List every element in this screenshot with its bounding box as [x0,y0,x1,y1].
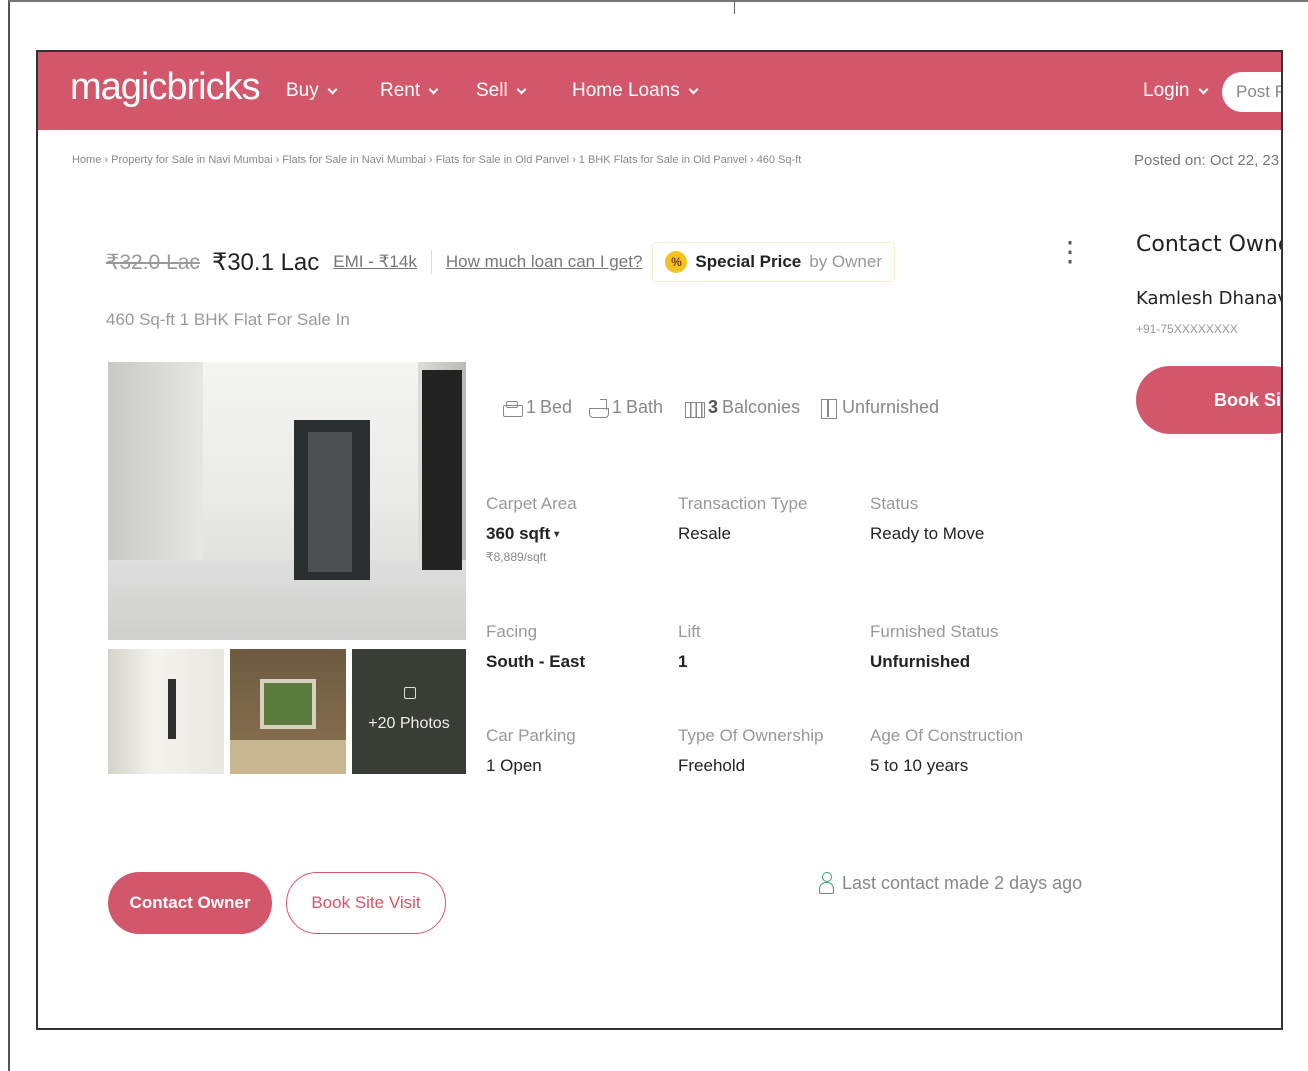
wardrobe-icon [818,398,838,419]
last-contact-info: Last contact made 2 days ago [818,872,1082,894]
spec-value: Ready to Move [870,524,985,543]
gallery-icon [404,687,416,699]
discount-icon: % [665,251,688,273]
chevron-down-icon [327,84,338,94]
property-page: magicbricks Buy Rent Sell Home Loans Log… [36,50,1283,1030]
emi-link[interactable]: EMI - ₹14k [333,252,417,272]
spec-value: Freehold [678,756,746,775]
chevron-down-icon [1198,84,1208,94]
spec-label: Car Parking [486,726,576,745]
person-icon [818,872,834,894]
chevron-down-icon [516,84,527,94]
photo-thumbnail[interactable] [108,649,224,774]
nav-item-rent[interactable]: Rent [380,80,439,102]
nav-item-label: Buy [286,80,319,101]
caret-down-icon: ▾ [554,529,560,541]
nav-item-label: Rent [380,80,421,101]
spec-label: Furnished Status [870,622,999,641]
spec-carpet-area: Carpet Area 360 sqft ▾ ₹8,889/sqft [486,494,577,564]
spec-label: Lift [678,622,701,641]
original-price: ₹32.0 Lac [106,250,200,274]
current-price: ₹30.1 Lac [211,248,320,276]
more-options-icon[interactable]: ⋮ [1056,238,1084,266]
login-menu[interactable]: Login [1143,80,1208,102]
property-subtitle: 460 Sq-ft 1 BHK Flat For Sale In [106,310,350,329]
spec-car-parking: Car Parking 1 Open [486,726,576,776]
spec-furnished-status: Furnished Status Unfurnished [870,622,999,672]
spec-value: 1 Open [486,756,542,775]
furnishing: Unfurnished [818,397,939,419]
sidebar-book-site-visit-button[interactable]: Book Sit [1136,366,1281,434]
bath-count: 1 Bath [588,397,663,418]
posted-date: Posted on: Oct 22, 23 [1134,152,1280,169]
spec-value: Resale [678,524,731,543]
more-photos-thumbnail[interactable]: +20 Photos [352,649,466,774]
bath-icon [588,398,609,418]
spec-value: 5 to 10 years [870,756,969,775]
photo-thumbnail[interactable] [230,649,346,774]
contact-owner-button[interactable]: Contact Owner [108,872,272,934]
divider [430,250,432,274]
last-contact-text: Last contact made 2 days ago [842,872,1083,893]
spec-label: Age Of Construction [870,726,1024,745]
login-label: Login [1143,80,1190,101]
special-price-label: Special Price [695,252,802,271]
spec-label: Type Of Ownership [678,726,824,745]
main-property-photo[interactable] [108,362,466,640]
spec-label: Facing [486,622,538,641]
special-price-by: by Owner [809,252,882,271]
spec-label: Carpet Area [486,494,577,513]
spec-lift: Lift 1 [678,622,701,672]
special-price-badge: % Special Price by Owner [652,242,895,282]
spec-status: Status Ready to Move [870,494,984,544]
more-photos-label: +20 Photos [368,715,450,732]
breadcrumb[interactable]: Home › Property for Sale in Navi Mumbai … [72,154,801,166]
price-row: ₹32.0 Lac ₹30.1 Lac EMI - ₹14k How much … [106,242,895,282]
spec-facing: Facing South - East [486,622,585,672]
nav-item-buy[interactable]: Buy [286,80,338,102]
spec-label: Status [870,494,919,513]
spec-value: Unfurnished [870,652,971,671]
spec-value: 1 [678,652,688,671]
spec-age-of-construction: Age Of Construction 5 to 10 years [870,726,1023,776]
bed-count: 1 Bed [502,397,572,418]
spec-label: Transaction Type [678,494,808,513]
contact-owner-heading: Contact Owne [1136,232,1283,257]
chevron-down-icon [688,84,699,94]
loan-eligibility-link[interactable]: How much loan can I get? [446,252,643,272]
chevron-down-icon [428,84,439,94]
top-nav-bar: magicbricks Buy Rent Sell Home Loans Log… [38,52,1281,130]
post-property-button[interactable]: Post P [1222,72,1281,112]
scan-divider [734,0,735,14]
price-per-sqft: ₹8,889/sqft [486,550,547,564]
nav-item-sell[interactable]: Sell [476,80,527,102]
magicbricks-logo[interactable]: magicbricks [70,66,261,109]
owner-phone: +91-75XXXXXXXX [1136,322,1238,336]
spec-ownership: Type Of Ownership Freehold [678,726,824,776]
spec-value[interactable]: 360 sqft ▾ [486,524,577,544]
nav-item-label: Sell [476,80,508,101]
spec-transaction-type: Transaction Type Resale [678,494,807,544]
owner-name: Kamlesh Dhanav [1136,288,1283,309]
balcony-count: 3 Balconies [684,397,800,418]
bed-icon [502,399,523,417]
nav-item-label: Home Loans [572,80,680,101]
balcony-icon [684,399,705,418]
book-site-visit-button[interactable]: Book Site Visit [286,872,446,934]
spec-value: South - East [486,652,586,671]
nav-item-home-loans[interactable]: Home Loans [572,80,699,102]
